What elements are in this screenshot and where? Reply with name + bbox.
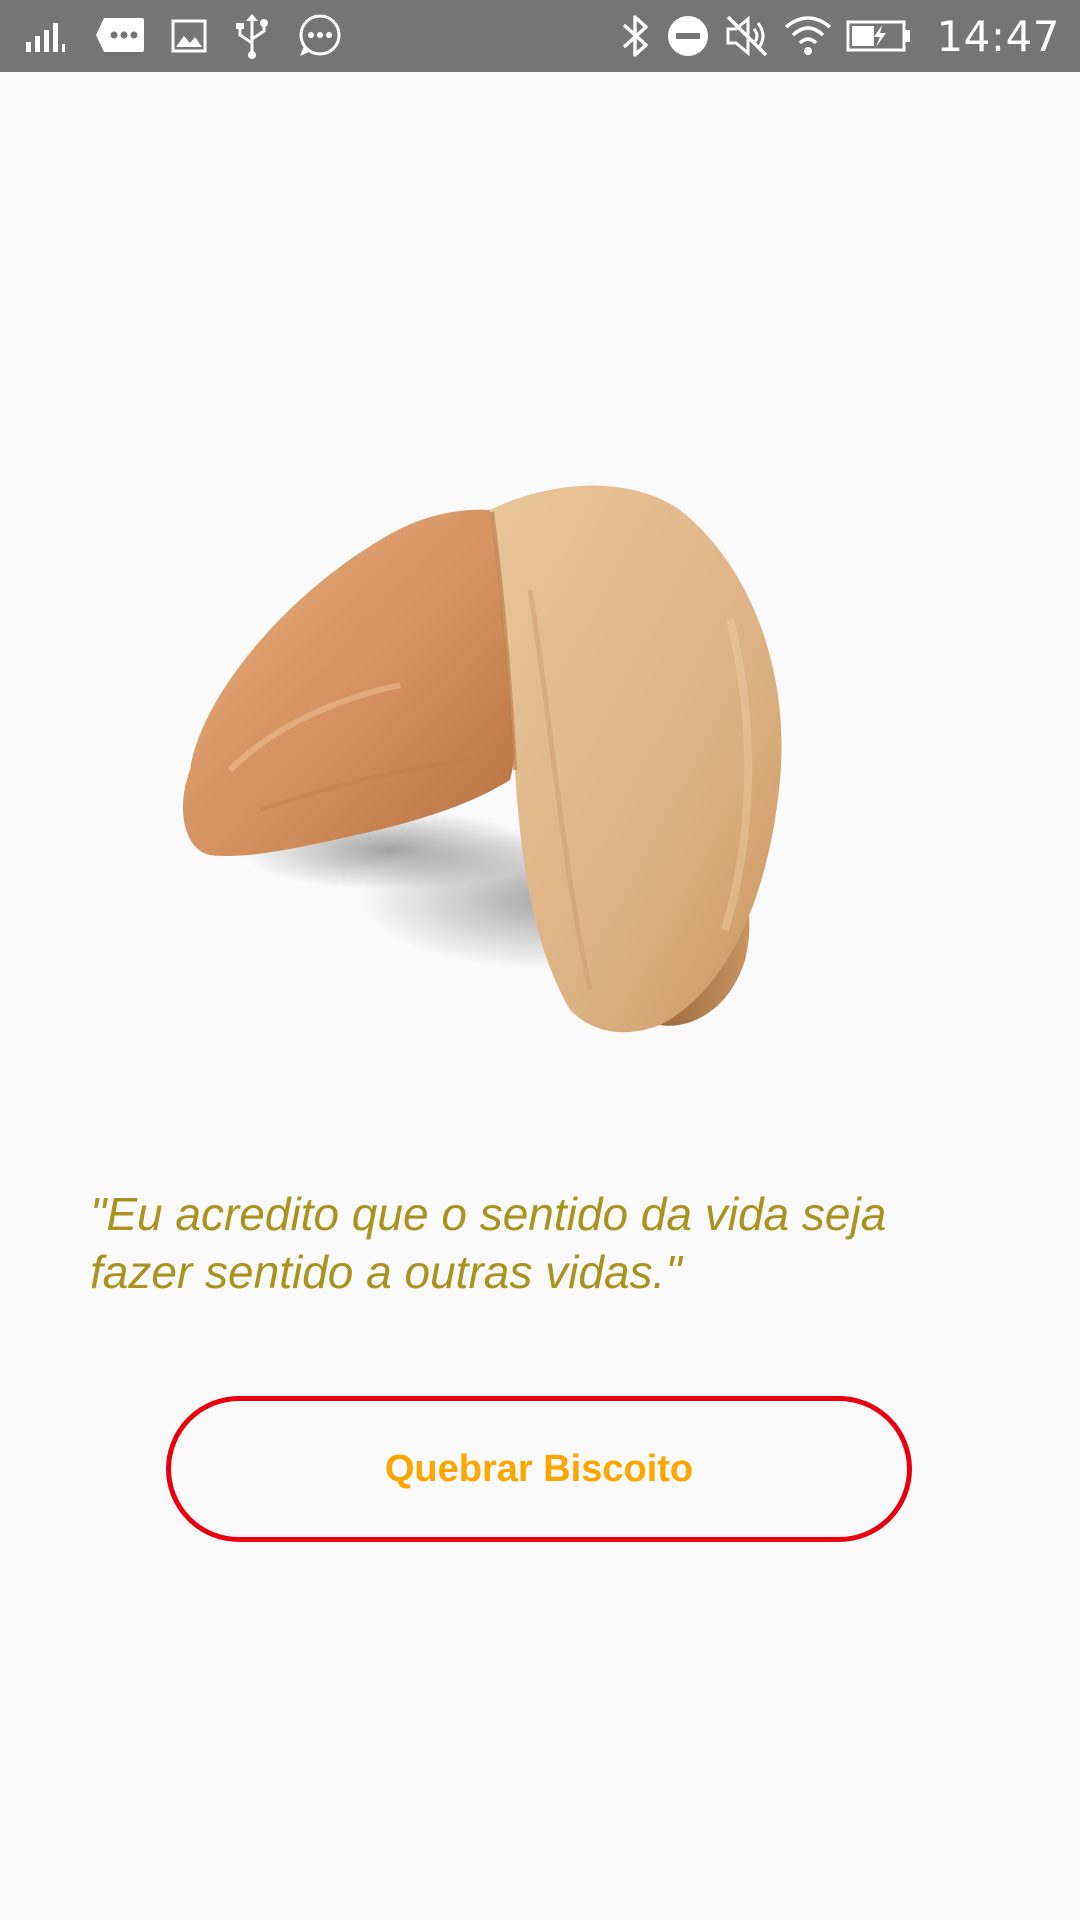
signal-icon bbox=[24, 12, 70, 60]
status-icons-right: 14:47 bbox=[618, 0, 1060, 72]
message-icon bbox=[94, 12, 146, 60]
fortune-quote: "Eu acredito que o sentido da vida seja … bbox=[90, 1188, 887, 1298]
mute-icon bbox=[724, 12, 770, 60]
bluetooth-icon bbox=[618, 12, 652, 60]
do-not-disturb-icon bbox=[666, 12, 710, 60]
battery-icon bbox=[846, 12, 912, 60]
usb-icon bbox=[232, 12, 272, 60]
chat-icon bbox=[296, 12, 344, 60]
wifi-icon bbox=[784, 12, 832, 60]
image-icon bbox=[170, 12, 208, 60]
status-time: 14:47 bbox=[936, 11, 1060, 61]
fortune-cookie-image bbox=[170, 470, 890, 1120]
break-cookie-button-label: Quebrar Biscoito bbox=[384, 1447, 694, 1490]
status-bar: 14:47 bbox=[0, 0, 1080, 72]
break-cookie-button[interactable]: Quebrar Biscoito bbox=[166, 1396, 912, 1542]
status-icons-left bbox=[24, 0, 344, 72]
